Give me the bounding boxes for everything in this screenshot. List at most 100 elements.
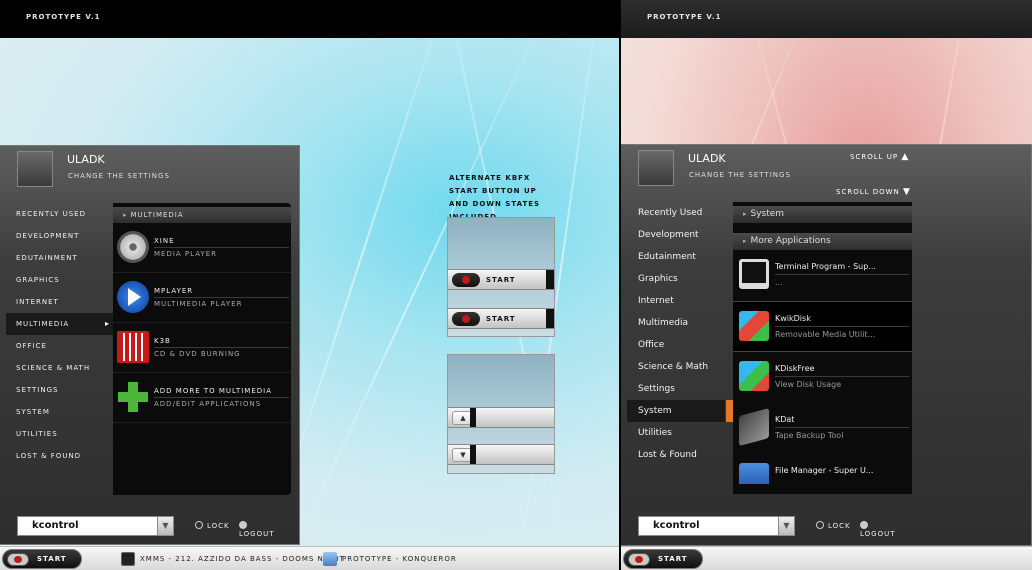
kbfx-start-menu: ULADK CHANGE THE SETTINGS RECENTLY USED … xyxy=(0,145,300,545)
start-button-preview-up: START START xyxy=(447,217,555,337)
category-item[interactable]: LOST & FOUND xyxy=(0,445,113,467)
kbfx-logo-icon xyxy=(7,553,29,566)
app-item[interactable]: XINE MEDIA PLAYER xyxy=(113,223,291,273)
taskbar-task-konqueror[interactable]: PROTOTYPE - KONQUEROR xyxy=(323,551,457,567)
app-item[interactable]: KDat Tape Backup Tool xyxy=(733,403,912,454)
triangle-down-icon: ▼ xyxy=(903,187,911,197)
category-item[interactable]: UTILITIES xyxy=(0,423,113,445)
app-item[interactable]: KDiskFree View Disk Usage xyxy=(733,352,912,403)
app-name: KwikDisk xyxy=(775,314,811,323)
xine-disc-icon xyxy=(117,231,149,263)
application-list: MULTIMEDIA XINE MEDIA PLAYER MPLAYER MUL… xyxy=(113,203,291,495)
menu-bottom-bar: kcontrol ▼ LOCK LOGOUT xyxy=(638,516,898,538)
lock-button[interactable]: LOCK xyxy=(816,521,851,530)
task-label: XMMS - 212. AZZIDO DA BASS - DOOMS NIGHT xyxy=(140,555,345,563)
application-list: System More Applications Terminal Progra… xyxy=(733,202,912,494)
folder-icon xyxy=(323,552,337,566)
command-combobox[interactable]: kcontrol ▼ xyxy=(17,516,174,536)
category-item[interactable]: SETTINGS xyxy=(0,379,113,401)
scroll-up-button[interactable]: SCROLL UP ▲ xyxy=(850,152,909,162)
chevron-down-icon[interactable]: ▼ xyxy=(778,517,794,535)
start-button-preview-down: ▲ ▼ xyxy=(447,354,555,474)
app-description: Removable Media Utilit... xyxy=(775,326,909,339)
menu-bottom-bar: kcontrol ▼ LOCK LOGOUT xyxy=(17,516,277,538)
category-list: RECENTLY USED DEVELOPMENT EDUTAINMENT GR… xyxy=(0,203,113,467)
start-label: START xyxy=(486,315,516,323)
left-window-title: PROTOTYPE V.1 xyxy=(26,13,101,21)
category-item[interactable]: EDUTAINMENT xyxy=(0,247,113,269)
kbfx-logo-icon xyxy=(452,273,480,287)
app-name: File Manager - Super U... xyxy=(775,466,874,475)
kwikdisk-cubes-icon xyxy=(739,311,769,341)
app-description: CD & DVD BURNING xyxy=(154,347,289,358)
menu-subtitle[interactable]: CHANGE THE SETTINGS xyxy=(689,171,791,179)
start-button[interactable]: START xyxy=(623,549,703,569)
app-description: MEDIA PLAYER xyxy=(154,247,289,258)
app-name: KDat xyxy=(775,415,795,424)
category-item[interactable]: Edutainment xyxy=(621,246,733,268)
app-item[interactable]: MPLAYER MULTIMEDIA PLAYER xyxy=(113,273,291,323)
category-item[interactable]: Internet xyxy=(621,290,733,312)
category-item[interactable]: GRAPHICS xyxy=(0,269,113,291)
app-item[interactable]: K3B CD & DVD BURNING xyxy=(113,323,291,373)
command-value: kcontrol xyxy=(32,520,79,531)
scroll-down-button[interactable]: SCROLL DOWN ▼ xyxy=(836,187,911,197)
logout-button[interactable]: LOGOUT xyxy=(239,521,277,538)
right-window-title: PROTOTYPE V.1 xyxy=(647,13,722,21)
category-item[interactable]: RECENTLY USED xyxy=(0,203,113,225)
right-titlebar: PROTOTYPE V.1 xyxy=(621,0,1032,38)
button-knob xyxy=(470,445,476,464)
start-button[interactable]: START xyxy=(2,549,82,569)
category-item-selected[interactable]: System xyxy=(627,400,733,422)
menu-user-name: ULADK xyxy=(688,152,726,165)
section-header[interactable]: More Applications xyxy=(733,233,912,250)
app-item[interactable]: ADD MORE TO MULTIMEDIA ADD/EDIT APPLICAT… xyxy=(113,373,291,423)
section-header[interactable]: System xyxy=(733,206,912,223)
category-item[interactable]: Recently Used xyxy=(621,202,733,224)
category-item[interactable]: OFFICE xyxy=(0,335,113,357)
category-item[interactable]: Graphics xyxy=(621,268,733,290)
start-button-preview[interactable]: START xyxy=(448,269,554,290)
screen: PROTOTYPE V.1 ULADK CHANGE THE SETTINGS … xyxy=(0,0,1032,570)
category-item[interactable]: Multimedia xyxy=(621,312,733,334)
category-item[interactable]: Settings xyxy=(621,378,733,400)
command-value: kcontrol xyxy=(653,520,700,531)
category-item[interactable]: SYSTEM xyxy=(0,401,113,423)
category-item[interactable]: Lost & Found xyxy=(621,444,733,466)
taskbar-task-xmms[interactable]: XMMS - 212. AZZIDO DA BASS - DOOMS NIGHT xyxy=(121,551,345,567)
mplayer-play-icon xyxy=(117,281,149,313)
app-item[interactable]: File Manager - Super U... xyxy=(733,454,912,484)
kbfx-logo-icon xyxy=(452,312,480,326)
scroll-down-button-preview[interactable]: ▼ xyxy=(448,444,554,465)
avatar[interactable] xyxy=(638,150,674,186)
scroll-up-button-preview[interactable]: ▲ xyxy=(448,407,554,428)
button-knob xyxy=(470,408,476,427)
kbfx-start-menu-right: ULADK CHANGE THE SETTINGS SCROLL UP ▲ SC… xyxy=(621,144,1032,546)
chevron-down-icon[interactable]: ▼ xyxy=(157,517,173,535)
lock-button[interactable]: LOCK xyxy=(195,521,230,530)
left-taskbar: START XMMS - 212. AZZIDO DA BASS - DOOMS… xyxy=(0,546,619,570)
category-item[interactable]: SCIENCE & MATH xyxy=(0,357,113,379)
category-item-selected[interactable]: MULTIMEDIA xyxy=(6,313,113,335)
category-item[interactable]: INTERNET xyxy=(0,291,113,313)
app-description: ADD/EDIT APPLICATIONS xyxy=(154,397,289,408)
category-item[interactable]: Office xyxy=(621,334,733,356)
app-description: View Disk Usage xyxy=(775,376,909,389)
menu-subtitle[interactable]: CHANGE THE SETTINGS xyxy=(68,172,170,180)
left-desktop: PROTOTYPE V.1 ULADK CHANGE THE SETTINGS … xyxy=(0,0,619,570)
start-button-preview-pressed[interactable]: START xyxy=(448,308,554,329)
command-combobox[interactable]: kcontrol ▼ xyxy=(638,516,795,536)
category-item[interactable]: Development xyxy=(621,224,733,246)
logout-button[interactable]: LOGOUT xyxy=(860,521,898,538)
kdat-tape-icon xyxy=(739,407,769,447)
category-item[interactable]: Science & Math xyxy=(621,356,733,378)
category-item[interactable]: DEVELOPMENT xyxy=(0,225,113,247)
scroll-down-label: SCROLL DOWN xyxy=(836,188,900,196)
category-item[interactable]: Utilities xyxy=(621,422,733,444)
app-item-highlighted[interactable]: KwikDisk Removable Media Utilit... xyxy=(733,301,912,352)
app-item[interactable]: Terminal Program - Sup... ... xyxy=(733,250,912,301)
menu-user-name: ULADK xyxy=(67,153,105,166)
avatar[interactable] xyxy=(17,151,53,187)
kdiskfree-cubes-icon xyxy=(739,361,769,391)
app-name: Terminal Program - Sup... xyxy=(775,262,876,271)
